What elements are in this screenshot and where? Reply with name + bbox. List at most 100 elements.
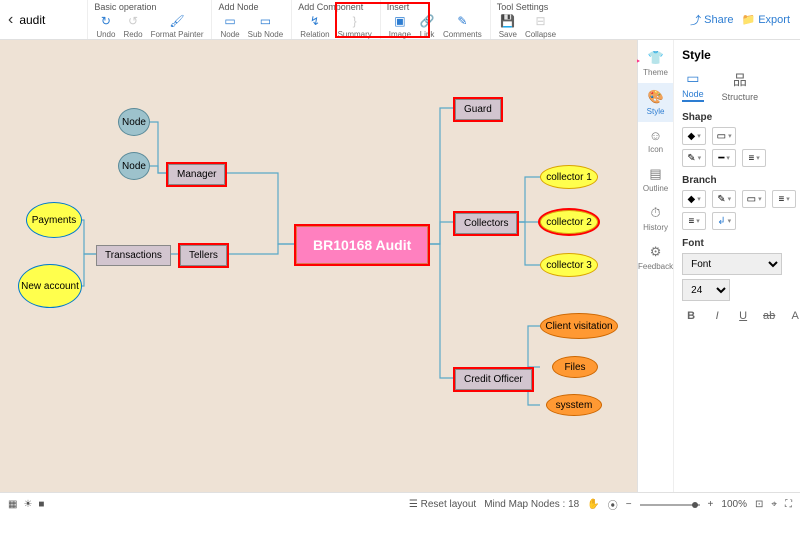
node-payments[interactable]: Payments — [26, 202, 82, 238]
shape-fill-control[interactable]: ◆▾ — [682, 127, 706, 145]
side-tab-icon[interactable]: ☺Icon — [638, 122, 673, 160]
bold-button[interactable]: B — [682, 307, 700, 325]
collapse-button[interactable]: ⊟Collapse — [523, 13, 558, 39]
node-sysstem[interactable]: sysstem — [546, 394, 602, 416]
format-painter-button[interactable]: 🖌Format Painter — [149, 13, 206, 39]
shape-border-control[interactable]: ▭▾ — [712, 127, 736, 145]
feedback-icon: ⚙ — [650, 244, 662, 260]
document-title-input[interactable] — [19, 13, 79, 27]
font-section-label: Font — [682, 238, 800, 249]
shape-line-style-control[interactable]: ━▾ — [712, 149, 736, 167]
italic-button[interactable]: I — [708, 307, 726, 325]
node-count: Mind Map Nodes : 18 — [484, 499, 579, 510]
format-painter-icon: 🖌 — [169, 13, 185, 29]
node-credit-officer[interactable]: Credit Officer — [455, 369, 532, 390]
dash-icon: ≡ — [748, 153, 754, 164]
fill-icon: ◆ — [688, 194, 696, 205]
group-tool-settings: Tool Settings 💾Save ⊟Collapse — [490, 0, 564, 39]
add-subnode-button[interactable]: ▭Sub Node — [246, 13, 286, 39]
insert-comments-button[interactable]: ✎Comments — [441, 13, 484, 39]
undo-button[interactable]: ↻Undo — [94, 13, 117, 39]
dash-icon: ≡ — [688, 216, 694, 227]
node-root[interactable]: BR10168 Audit — [296, 226, 428, 264]
side-tab-style[interactable]: 🎨Style — [638, 83, 673, 122]
statusbar: ▦ ☀ ■ ☰ Reset layout Mind Map Nodes : 18… — [0, 492, 800, 516]
collapse-icon: ⊟ — [533, 13, 549, 29]
panel-top-tabs: ▭Node 品Structure — [682, 70, 800, 102]
zoom-slider[interactable] — [640, 504, 700, 506]
group-add-node-label: Add Node — [218, 2, 285, 12]
shape-line-dash-control[interactable]: ≡▾ — [742, 149, 766, 167]
width-icon: ≡ — [778, 194, 784, 205]
underline-button[interactable]: U — [734, 307, 752, 325]
ptab-structure[interactable]: 品Structure — [722, 70, 759, 102]
share-icon: ⤴ — [690, 12, 701, 28]
comment-icon: ✎ — [454, 13, 470, 29]
insert-image-button[interactable]: ▣Image — [387, 13, 413, 39]
zoom-in-button[interactable]: + — [708, 499, 714, 510]
side-tab-theme[interactable]: 👕Theme — [638, 44, 673, 83]
node-client-visitation[interactable]: Client visitation — [540, 313, 618, 339]
group-tool-settings-label: Tool Settings — [497, 2, 558, 12]
node-new-account[interactable]: New account — [18, 264, 82, 308]
font-size-select[interactable]: 24 — [682, 279, 730, 301]
font-family-select[interactable]: Font — [682, 253, 782, 275]
redo-button[interactable]: ↺Redo — [121, 13, 144, 39]
back-arrow-icon[interactable]: ‹ — [8, 11, 13, 29]
node-tellers[interactable]: Tellers — [180, 245, 227, 266]
node-collector-1[interactable]: collector 1 — [540, 165, 598, 189]
right-panel: 👕Theme 🎨Style ☺Icon ▤Outline ⏱History ⚙F… — [637, 40, 800, 492]
group-insert-label: Insert — [387, 2, 484, 12]
node-manager[interactable]: Manager — [168, 164, 225, 185]
export-icon: 📁 — [742, 13, 756, 26]
insert-link-button[interactable]: 🔗Link — [417, 13, 437, 39]
reset-layout-button[interactable]: ☰ Reset layout — [409, 499, 476, 510]
font-color-button[interactable]: A — [786, 307, 800, 325]
branch-shape-control[interactable]: ▭▾ — [742, 190, 766, 208]
save-button[interactable]: 💾Save — [497, 13, 519, 39]
node-collectors[interactable]: Collectors — [455, 213, 517, 234]
ptab-node[interactable]: ▭Node — [682, 70, 704, 102]
strike-button[interactable]: ab — [760, 307, 778, 325]
redo-icon: ↺ — [125, 13, 141, 29]
side-tab-feedback[interactable]: ⚙Feedback — [638, 238, 673, 277]
view-mode-icon[interactable]: ▦ — [8, 499, 17, 510]
node-files[interactable]: Files — [552, 356, 598, 378]
branch-width-control[interactable]: ≡▾ — [772, 190, 796, 208]
history-icon: ⏱ — [651, 205, 661, 221]
fit-icon[interactable]: ⊡ — [755, 499, 763, 510]
side-tab-history[interactable]: ⏱History — [638, 199, 673, 238]
summary-icon: } — [347, 13, 363, 29]
branch-line-control[interactable]: ✎▾ — [712, 190, 736, 208]
cursor-tool-icon[interactable]: ⦿ — [608, 497, 618, 512]
zoom-out-button[interactable]: − — [626, 499, 632, 510]
relation-button[interactable]: ↯Relation — [298, 13, 331, 39]
branch-style2-control[interactable]: ≡▾ — [682, 212, 706, 230]
node-manager-child-1[interactable]: Node — [118, 108, 150, 136]
node-collector-2[interactable]: collector 2 — [540, 210, 598, 234]
dark-mode-icon[interactable]: ■ — [38, 499, 44, 510]
add-node-button[interactable]: ▭Node — [218, 13, 241, 39]
branch-section-label: Branch — [682, 175, 800, 186]
node-collector-3[interactable]: collector 3 — [540, 253, 598, 277]
share-button[interactable]: ⤴Share — [690, 12, 733, 28]
export-button[interactable]: 📁Export — [742, 13, 791, 26]
center-icon[interactable]: ⌖ — [771, 499, 777, 510]
fullscreen-icon[interactable]: ⛶ — [785, 499, 792, 510]
node-manager-child-2[interactable]: Node — [118, 152, 150, 180]
presentation-icon[interactable]: ☀ — [23, 499, 32, 510]
shape-line-color-control[interactable]: ✎▾ — [682, 149, 706, 167]
branch-fill-control[interactable]: ◆▾ — [682, 190, 706, 208]
node-guard[interactable]: Guard — [455, 99, 501, 120]
side-tab-outline[interactable]: ▤Outline — [638, 160, 673, 199]
link-icon: 🔗 — [419, 13, 435, 29]
canvas[interactable]: BR10168 Audit Guard Collectors collector… — [0, 40, 637, 492]
shape-icon: ▭ — [747, 194, 756, 205]
group-add-component-label: Add Component — [298, 2, 374, 12]
branch-arrow-control[interactable]: ↲▾ — [712, 212, 736, 230]
node-transactions[interactable]: Transactions — [96, 245, 171, 266]
hand-tool-icon[interactable]: ✋ — [587, 499, 599, 510]
arrow-icon: ↲ — [717, 216, 725, 227]
summary-button[interactable]: }Summary — [336, 13, 374, 39]
group-insert: Insert ▣Image 🔗Link ✎Comments — [380, 0, 490, 39]
